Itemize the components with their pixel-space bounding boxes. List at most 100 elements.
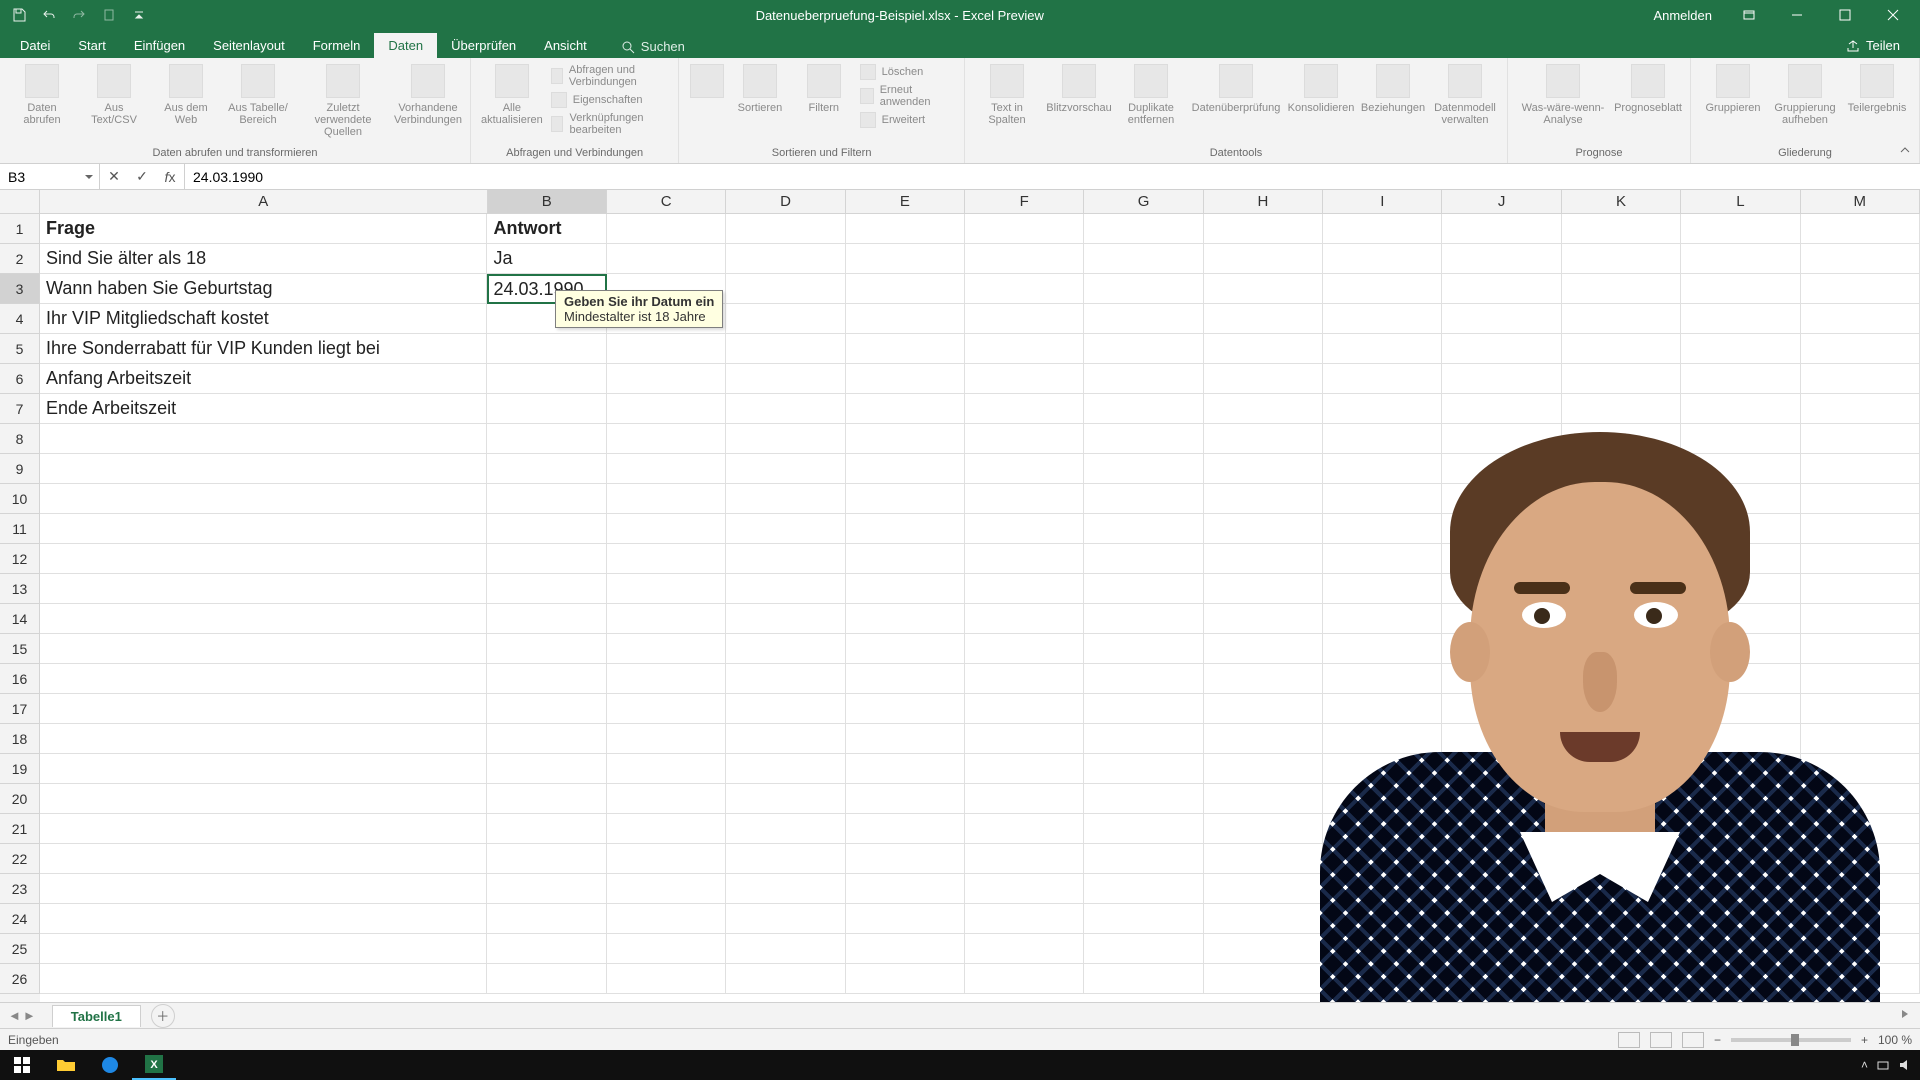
spreadsheet-grid[interactable]: ABCDEFGHIJKLM 12345678910111213141516171… — [0, 190, 1920, 1002]
cell-C12[interactable] — [607, 544, 726, 574]
cell-A14[interactable] — [40, 604, 487, 634]
cell-B18[interactable] — [487, 724, 606, 754]
cell-G15[interactable] — [1084, 634, 1203, 664]
cell-E5[interactable] — [846, 334, 965, 364]
cell-F3[interactable] — [965, 274, 1084, 304]
cell-H10[interactable] — [1204, 484, 1323, 514]
cell-L6[interactable] — [1681, 364, 1800, 394]
cell-L5[interactable] — [1681, 334, 1800, 364]
row-header[interactable]: 12 — [0, 544, 40, 574]
cell-E9[interactable] — [846, 454, 965, 484]
file-explorer-icon[interactable] — [44, 1050, 88, 1080]
cell-G1[interactable] — [1084, 214, 1203, 244]
cell-B7[interactable] — [487, 394, 606, 424]
relationships-button[interactable]: Beziehungen — [1361, 62, 1425, 114]
cell-A19[interactable] — [40, 754, 487, 784]
cancel-edit-icon[interactable]: ✕ — [100, 168, 128, 185]
row-header[interactable]: 13 — [0, 574, 40, 604]
column-header[interactable]: K — [1562, 190, 1681, 214]
cell-A16[interactable] — [40, 664, 487, 694]
cell-F17[interactable] — [965, 694, 1084, 724]
cell-H1[interactable] — [1204, 214, 1323, 244]
tab-formulas[interactable]: Formeln — [299, 33, 375, 58]
row-header[interactable]: 21 — [0, 814, 40, 844]
sheet-nav-next-icon[interactable]: ► — [23, 1008, 36, 1023]
cell-F14[interactable] — [965, 604, 1084, 634]
cell-C8[interactable] — [607, 424, 726, 454]
forecast-sheet-button[interactable]: Prognoseblatt — [1616, 62, 1680, 114]
cell-E1[interactable] — [846, 214, 965, 244]
cell-D8[interactable] — [726, 424, 845, 454]
select-all-corner[interactable] — [0, 190, 40, 214]
undo-icon[interactable] — [36, 2, 62, 28]
cell-H2[interactable] — [1204, 244, 1323, 274]
cell-A20[interactable] — [40, 784, 487, 814]
tab-file[interactable]: Datei — [6, 33, 64, 58]
cell-B15[interactable] — [487, 634, 606, 664]
qat-customize-icon[interactable] — [126, 2, 152, 28]
add-sheet-button[interactable]: ＋ — [151, 1004, 175, 1028]
cell-D5[interactable] — [726, 334, 845, 364]
close-icon[interactable] — [1870, 0, 1916, 30]
cell-C1[interactable] — [607, 214, 726, 244]
cell-E2[interactable] — [846, 244, 965, 274]
flash-fill-button[interactable]: Blitzvorschau — [1047, 62, 1111, 114]
cell-B22[interactable] — [487, 844, 606, 874]
cell-G25[interactable] — [1084, 934, 1203, 964]
row-header[interactable]: 24 — [0, 904, 40, 934]
get-data-button[interactable]: Daten abrufen — [10, 62, 74, 126]
cell-H13[interactable] — [1204, 574, 1323, 604]
cell-B16[interactable] — [487, 664, 606, 694]
existing-connections-button[interactable]: Vorhandene Verbindungen — [396, 62, 460, 126]
column-header[interactable]: I — [1323, 190, 1442, 214]
cell-H7[interactable] — [1204, 394, 1323, 424]
cell-H21[interactable] — [1204, 814, 1323, 844]
cell-A15[interactable] — [40, 634, 487, 664]
cell-I2[interactable] — [1323, 244, 1442, 274]
formula-input[interactable]: 24.03.1990 — [185, 164, 1920, 189]
cell-A8[interactable] — [40, 424, 487, 454]
cell-H9[interactable] — [1204, 454, 1323, 484]
row-header[interactable]: 18 — [0, 724, 40, 754]
confirm-edit-icon[interactable]: ✓ — [128, 168, 156, 185]
cell-G8[interactable] — [1084, 424, 1203, 454]
cell-C2[interactable] — [607, 244, 726, 274]
cell-E7[interactable] — [846, 394, 965, 424]
cell-G26[interactable] — [1084, 964, 1203, 994]
cell-C16[interactable] — [607, 664, 726, 694]
group-button[interactable]: Gruppieren — [1701, 62, 1765, 114]
cell-A11[interactable] — [40, 514, 487, 544]
row-header[interactable]: 8 — [0, 424, 40, 454]
row-header[interactable]: 7 — [0, 394, 40, 424]
cell-E18[interactable] — [846, 724, 965, 754]
column-header[interactable]: A — [40, 190, 488, 214]
excel-taskbar-icon[interactable]: X — [132, 1050, 176, 1080]
cell-G4[interactable] — [1084, 304, 1203, 334]
minimize-icon[interactable] — [1774, 0, 1820, 30]
cell-B2[interactable]: Ja — [487, 244, 606, 274]
row-header[interactable]: 2 — [0, 244, 40, 274]
cell-E11[interactable] — [846, 514, 965, 544]
cell-H11[interactable] — [1204, 514, 1323, 544]
maximize-icon[interactable] — [1822, 0, 1868, 30]
cell-A18[interactable] — [40, 724, 487, 754]
cell-C23[interactable] — [607, 874, 726, 904]
tab-home[interactable]: Start — [64, 33, 119, 58]
tab-insert[interactable]: Einfügen — [120, 33, 199, 58]
browser-icon[interactable] — [88, 1050, 132, 1080]
filter-button[interactable]: Filtern — [796, 62, 852, 114]
cell-G20[interactable] — [1084, 784, 1203, 814]
column-header[interactable]: J — [1442, 190, 1561, 214]
column-header[interactable]: M — [1801, 190, 1920, 214]
sort-az-button[interactable] — [689, 62, 724, 98]
cell-F10[interactable] — [965, 484, 1084, 514]
cell-M4[interactable] — [1801, 304, 1920, 334]
cell-F22[interactable] — [965, 844, 1084, 874]
cell-A12[interactable] — [40, 544, 487, 574]
cell-H15[interactable] — [1204, 634, 1323, 664]
cell-A17[interactable] — [40, 694, 487, 724]
cell-K1[interactable] — [1562, 214, 1681, 244]
touch-mode-icon[interactable] — [96, 2, 122, 28]
edit-links-button[interactable]: Verknüpfungen bearbeiten — [551, 112, 668, 136]
column-header[interactable]: C — [607, 190, 726, 214]
